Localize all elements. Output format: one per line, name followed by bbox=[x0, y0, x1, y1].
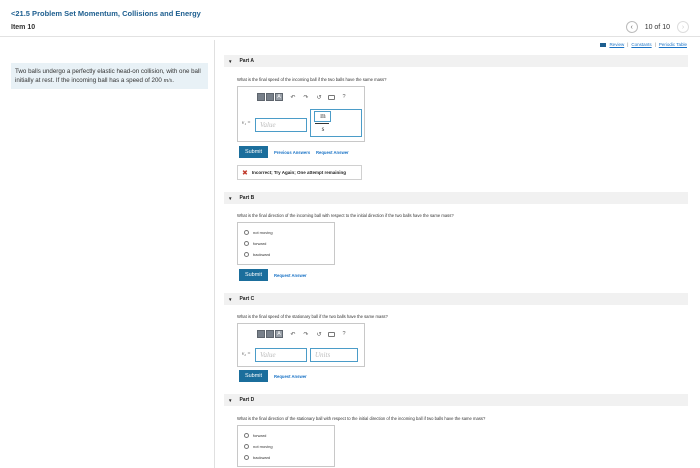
feedback-message: ✖ Incorrect; Try Again; One attempt rema… bbox=[237, 165, 362, 180]
submit-button[interactable]: Submit bbox=[239, 146, 268, 158]
radio-button[interactable] bbox=[244, 252, 249, 257]
review-link[interactable]: Review bbox=[609, 42, 624, 47]
item-label: Item 10 bbox=[11, 24, 36, 31]
link-separator: | bbox=[627, 42, 629, 47]
keyboard-icon[interactable] bbox=[328, 94, 335, 100]
choice-label: backward bbox=[253, 455, 271, 460]
units-input[interactable]: Units bbox=[310, 348, 358, 362]
units-input[interactable]: m s bbox=[310, 109, 362, 137]
assignment-title[interactable]: <21.5 Problem Set Momentum, Collisions a… bbox=[11, 9, 201, 18]
fraction-bar bbox=[315, 123, 329, 124]
feedback-text: Incorrect; Try Again; One attempt remain… bbox=[251, 170, 346, 175]
radio-button[interactable] bbox=[244, 444, 249, 449]
part-b-header[interactable]: ▼ Part B bbox=[224, 192, 688, 204]
part-d-title: Part D bbox=[239, 397, 255, 403]
part-a-header[interactable]: ▼ Part A bbox=[224, 55, 688, 67]
v2-label: v₂ = bbox=[242, 352, 251, 357]
choice-not-moving[interactable]: not moving bbox=[244, 444, 273, 449]
choice-backward[interactable]: backward bbox=[244, 455, 270, 460]
collapse-arrow-icon: ▼ bbox=[228, 58, 233, 64]
help-icon[interactable]: ? bbox=[341, 331, 347, 337]
v1-label: v₁ = bbox=[242, 121, 251, 126]
value-input[interactable]: Value bbox=[255, 118, 307, 132]
chevron-right-icon: › bbox=[681, 23, 685, 31]
radio-button[interactable] bbox=[244, 241, 249, 246]
redo-icon[interactable]: ↷ bbox=[302, 94, 310, 101]
template-buttons: A bbox=[257, 330, 283, 338]
next-item-button[interactable]: › bbox=[677, 21, 689, 33]
part-b-choices: not moving forward backward bbox=[237, 222, 335, 265]
part-c-title: Part C bbox=[239, 296, 255, 302]
submit-button[interactable]: Submit bbox=[239, 370, 268, 382]
request-answer-link[interactable]: Request Answer bbox=[274, 374, 307, 379]
part-b-question: What is the final direction of the incom… bbox=[237, 213, 454, 218]
units-template-button[interactable] bbox=[266, 93, 274, 101]
part-d-header[interactable]: ▼ Part D bbox=[224, 394, 688, 406]
unit-numerator: m bbox=[320, 112, 326, 120]
fraction-template-button[interactable] bbox=[257, 330, 265, 338]
part-a-answer-box: A ↶ ↷ ↺ ? v₁ = Value m s bbox=[237, 86, 365, 142]
keyboard-icon[interactable] bbox=[328, 331, 335, 337]
problem-end: . bbox=[172, 76, 174, 84]
radio-button[interactable] bbox=[244, 433, 249, 438]
constants-link[interactable]: Constants bbox=[631, 42, 651, 47]
submit-button[interactable]: Submit bbox=[239, 269, 268, 281]
part-a-title: Part A bbox=[239, 58, 255, 64]
choice-label: forward bbox=[253, 433, 267, 438]
reset-icon[interactable]: ↺ bbox=[315, 331, 323, 338]
pager-text: 10 of 10 bbox=[644, 23, 670, 31]
part-d-choices: forward not moving backward bbox=[237, 425, 335, 467]
redo-icon[interactable]: ↷ bbox=[302, 331, 310, 338]
resource-links: Review | Constants | Periodic Table bbox=[600, 42, 687, 47]
template-buttons: A bbox=[257, 93, 283, 101]
chevron-left-icon: ‹ bbox=[630, 23, 633, 31]
radio-button[interactable] bbox=[244, 455, 249, 460]
mastering-physics-page: <21.5 Problem Set Momentum, Collisions a… bbox=[0, 0, 700, 468]
incorrect-icon: ✖ bbox=[242, 169, 248, 177]
part-c-answer-box: A ↶ ↷ ↺ ? v₂ = Value Units bbox=[237, 323, 365, 367]
choice-label: not moving bbox=[253, 444, 273, 449]
part-b-title: Part B bbox=[239, 195, 255, 201]
part-d-question: What is the final direction of the stati… bbox=[237, 416, 486, 421]
math-toolbar: A ↶ ↷ ↺ ? bbox=[257, 330, 347, 338]
periodic-table-link[interactable]: Periodic Table bbox=[659, 42, 687, 47]
choice-label: backward bbox=[253, 252, 271, 257]
problem-statement: Two balls undergo a perfectly elastic he… bbox=[11, 63, 208, 89]
choice-label: not moving bbox=[253, 230, 273, 235]
previous-answers-link[interactable]: Previous Answers bbox=[274, 150, 310, 155]
request-answer-link[interactable]: Request Answer bbox=[316, 150, 349, 155]
header-divider bbox=[0, 36, 700, 37]
help-icon[interactable]: ? bbox=[341, 94, 347, 100]
part-c-question: What is the final speed of the stationar… bbox=[237, 314, 388, 319]
collapse-arrow-icon: ▼ bbox=[228, 296, 233, 302]
units-template-button[interactable] bbox=[266, 330, 274, 338]
symbols-button[interactable]: A bbox=[275, 330, 283, 338]
problem-unit: m/s bbox=[163, 76, 173, 84]
fraction-template-button[interactable] bbox=[257, 93, 265, 101]
review-icon bbox=[600, 42, 607, 47]
radio-button[interactable] bbox=[244, 230, 249, 235]
undo-icon[interactable]: ↶ bbox=[289, 94, 297, 101]
choice-forward[interactable]: forward bbox=[244, 241, 266, 246]
math-toolbar: A ↶ ↷ ↺ ? bbox=[257, 93, 347, 101]
undo-icon[interactable]: ↶ bbox=[289, 331, 297, 338]
unit-denominator: s bbox=[321, 125, 325, 133]
previous-item-button[interactable]: ‹ bbox=[625, 21, 638, 33]
collapse-arrow-icon: ▼ bbox=[228, 397, 233, 403]
choice-forward[interactable]: forward bbox=[244, 433, 266, 438]
choice-label: forward bbox=[253, 241, 267, 246]
collapse-arrow-icon: ▼ bbox=[228, 195, 233, 201]
link-separator: | bbox=[654, 42, 656, 47]
reset-icon[interactable]: ↺ bbox=[315, 94, 323, 101]
column-divider bbox=[214, 40, 215, 468]
part-a-question: What is the final speed of the incoming … bbox=[237, 77, 387, 82]
choice-backward[interactable]: backward bbox=[244, 252, 270, 257]
item-pager: ‹ 10 of 10 › bbox=[625, 21, 689, 33]
choice-not-moving[interactable]: not moving bbox=[244, 230, 273, 235]
request-answer-link[interactable]: Request Answer bbox=[274, 273, 307, 278]
symbols-button[interactable]: A bbox=[275, 93, 283, 101]
value-input[interactable]: Value bbox=[255, 348, 307, 362]
part-c-header[interactable]: ▼ Part C bbox=[224, 293, 688, 305]
